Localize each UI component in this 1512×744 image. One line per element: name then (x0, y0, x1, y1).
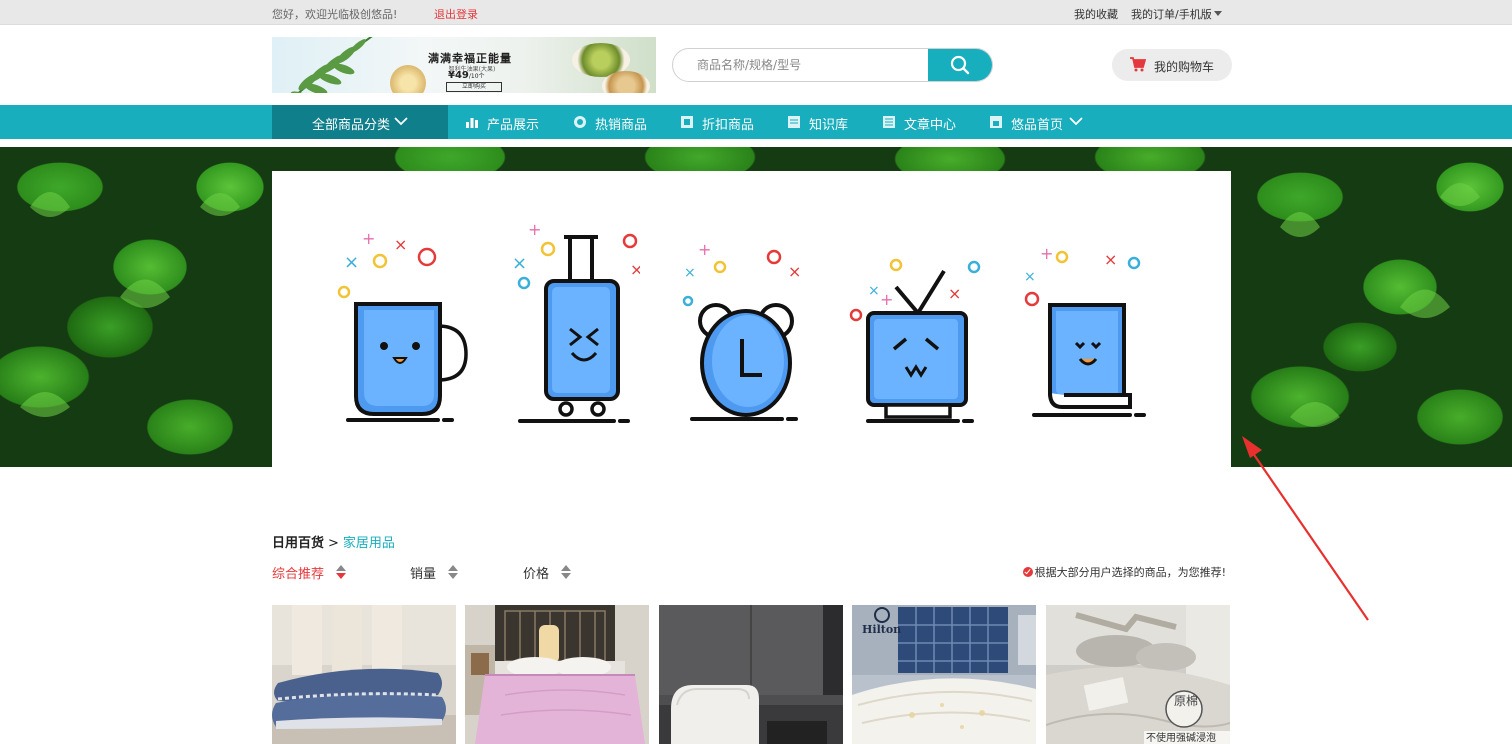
svg-text:+: + (528, 223, 541, 239)
hot-icon (574, 116, 586, 128)
product-card[interactable] (272, 605, 456, 744)
breadcrumb: 日用百货 > 家居用品 (272, 532, 395, 551)
logout-link[interactable]: 退出登录 (434, 6, 478, 22)
suitcase-icon: + × × (512, 223, 640, 423)
home-icon (990, 116, 1002, 128)
nav-item-hot[interactable]: 热销商品 (573, 105, 663, 139)
product-image-bedding: 原棉 不使用强碱浸泡 (1046, 605, 1230, 744)
product-grid: Hilton 原棉 不使用强碱浸泡 (272, 605, 1231, 744)
book-icon (788, 116, 800, 128)
product-image-quilt (465, 605, 649, 744)
welcome-text: 您好，欢迎光临极创悠品! (272, 8, 398, 21)
svg-text:×: × (684, 265, 696, 281)
nav-item-label: 文章中心 (904, 118, 957, 133)
search-button[interactable] (928, 49, 992, 81)
check-circle-icon (1022, 567, 1033, 577)
orders-label: 我的订单/手机版 (1131, 8, 1212, 21)
sort-sales[interactable]: 销量 (410, 563, 458, 582)
svg-text:+: + (1040, 247, 1053, 263)
sort-price[interactable]: 价格 (523, 563, 571, 582)
recommend-text: 根据大部分用户选择的商品，为您推荐! (1034, 566, 1226, 579)
breadcrumb-parent[interactable]: 日用百货 (272, 536, 324, 551)
search-input[interactable] (673, 49, 929, 81)
recommend-note: 根据大部分用户选择的商品，为您推荐! (1022, 564, 1226, 580)
breadcrumb-separator: > (328, 536, 339, 551)
tv-icon: × + × (849, 258, 981, 423)
sort-arrows-icon (336, 565, 346, 579)
all-categories-label: 全部商品分类 (312, 118, 391, 133)
nav-item-label: 折扣商品 (702, 118, 755, 133)
nav-item-discount[interactable]: 折扣商品 (680, 105, 770, 139)
product-overlay-text: Hilton (862, 623, 901, 636)
svg-text:×: × (1104, 250, 1117, 269)
ad-banner[interactable]: 满满幸福正能量 智利牛油果(大果) ¥49/10个 立即购买 (272, 37, 656, 93)
caret-down-icon (1213, 11, 1222, 16)
svg-text:×: × (512, 253, 527, 274)
breadcrumb-current[interactable]: 家居用品 (343, 536, 395, 551)
product-card[interactable]: Hilton (852, 605, 1036, 744)
svg-text:+: + (362, 229, 375, 248)
nav-item-home[interactable]: 悠品首页 (989, 105, 1089, 139)
product-card[interactable]: 原棉 不使用强碱浸泡 (1046, 605, 1230, 744)
svg-text:×: × (1024, 269, 1036, 285)
orders-link[interactable]: 我的订单/手机版 (1131, 6, 1222, 22)
illustration-panel: + × × + × × + × × × + × + × × (272, 171, 1231, 467)
sort-recommended[interactable]: 综合推荐 (272, 563, 346, 582)
article-icon (883, 116, 895, 128)
ad-price-value: ¥49 (448, 70, 469, 81)
cart-label: 我的购物车 (1154, 60, 1215, 74)
svg-text:×: × (394, 235, 407, 254)
svg-text:×: × (788, 262, 801, 281)
svg-text:×: × (868, 283, 880, 299)
chevron-down-icon (1069, 117, 1083, 126)
nav-item-label: 悠品首页 (1011, 118, 1064, 133)
alarm-clock-icon: + × × (682, 243, 804, 421)
favorites-link[interactable]: 我的收藏 (1074, 6, 1118, 22)
header: 满满幸福正能量 智利牛油果(大果) ¥49/10个 立即购买 我的购物车 (0, 25, 1512, 105)
discount-icon (681, 116, 693, 128)
nav-item-articles[interactable]: 文章中心 (882, 105, 972, 139)
sort-label: 销量 (410, 567, 437, 582)
cart-button[interactable]: 我的购物车 (1112, 49, 1232, 81)
product-card[interactable] (465, 605, 649, 744)
product-stamp-text: 原棉 (1174, 694, 1198, 708)
nav-item-label: 产品展示 (487, 118, 540, 133)
cup-icon: + × × (337, 229, 468, 422)
product-overlay-text: 不使用强碱浸泡 (1146, 731, 1216, 744)
top-bar: 您好，欢迎光临极创悠品! 退出登录 我的收藏 我的订单/手机版 (0, 0, 1512, 25)
product-image-pillow (272, 605, 456, 744)
nav-item-label: 知识库 (809, 118, 849, 133)
svg-text:×: × (344, 252, 359, 273)
svg-text:+: + (698, 243, 711, 259)
sort-label: 综合推荐 (272, 567, 325, 582)
search-icon (950, 55, 970, 75)
nav-item-products[interactable]: 产品展示 (465, 105, 555, 139)
chevron-down-icon (394, 117, 408, 126)
cart-icon (1130, 57, 1146, 72)
main-nav: 全部商品分类 产品展示 热销商品 折扣商品 知识库 文章中心 悠品首页 (0, 105, 1512, 139)
svg-text:×: × (948, 284, 961, 303)
product-image-sofa (659, 605, 843, 744)
ad-price: ¥49/10个 (448, 70, 485, 81)
all-categories-menu[interactable]: 全部商品分类 (272, 105, 448, 139)
svg-text:+: + (880, 290, 893, 309)
search-box (672, 48, 993, 82)
ad-price-unit: /10个 (468, 73, 485, 80)
product-card[interactable] (659, 605, 843, 744)
ad-buy-button[interactable]: 立即购买 (446, 82, 502, 92)
nav-item-knowledge[interactable]: 知识库 (787, 105, 867, 139)
toast-plate-image (602, 71, 650, 93)
svg-text:×: × (630, 260, 640, 279)
book-icon: + × × (1024, 247, 1148, 417)
chart-icon (466, 118, 478, 128)
hero-banner[interactable]: + × × + × × + × × × + × + × × (0, 147, 1512, 467)
sort-label: 价格 (523, 567, 550, 582)
product-image-duvet: Hilton (852, 605, 1036, 744)
sort-bar: 综合推荐 销量 价格 根据大部分用户选择的商品，为您推荐! (272, 563, 1231, 583)
sort-arrows-icon (448, 565, 458, 579)
nav-item-label: 热销商品 (595, 118, 648, 133)
sort-arrows-icon (561, 565, 571, 579)
fern-leaf-icon (290, 37, 373, 93)
